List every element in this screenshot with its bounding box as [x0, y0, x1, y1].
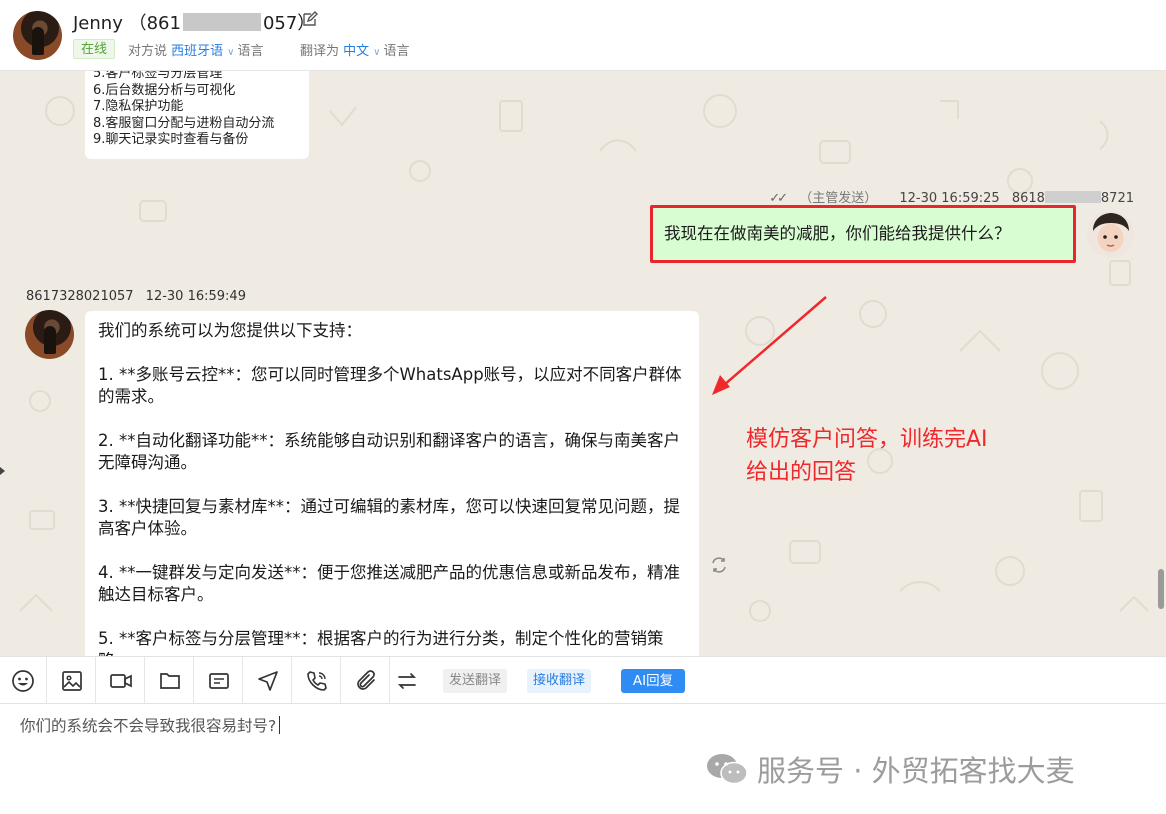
contact-avatar[interactable] [25, 310, 74, 359]
emoji-button[interactable] [0, 657, 47, 704]
previous-message-bubble: 5.客户标签与分层管理 6.后台数据分析与可视化 7.隐私保护功能 8.客服窗口… [85, 71, 309, 159]
edit-icon[interactable] [302, 11, 318, 27]
contact-name: Jenny （861 057） [73, 9, 315, 35]
video-icon [110, 673, 132, 688]
message-paragraph: 我们的系统可以为您提供以下支持： [98, 321, 362, 340]
paperclip-icon [357, 669, 375, 690]
online-status-badge: 在线 [73, 39, 116, 59]
chevron-down-icon[interactable]: ∨ [227, 47, 234, 58]
message-paragraph: 5. **客户标签与分层管理**：根据客户的行为进行分类，制定个性化的营销策略。 [98, 628, 664, 657]
message-input-value: 你们的系统会不会导致我很容易封号? [20, 717, 277, 735]
collapse-handle-icon[interactable] [0, 467, 5, 475]
chat-header: Jenny （861 057） 在线 对方说 西班牙语 ∨ 语言 翻译为 中文 ∨ 语言 [0, 0, 1166, 71]
peer-language-row: 对方说 西班牙语 ∨ 语言 [128, 40, 264, 59]
outgoing-message-meta: ✓✓ （主管发送） 12-30 16:59:25 8618 8721 [769, 187, 1134, 206]
incoming-message-bubble[interactable]: 我们的系统可以为您提供以下支持： 1. **多账号云控**：您可以同时管理多个W… [85, 311, 699, 656]
message-line: 5.客户标签与分层管理 [93, 71, 223, 81]
peer-lang-select[interactable]: 西班牙语 [171, 44, 223, 59]
read-ticks-icon: ✓✓ [769, 191, 788, 206]
contact-card-icon [209, 672, 229, 689]
message-paragraph: 3. **快捷回复与素材库**：通过可编辑的素材库，您可以快速回复常见问题，提高… [98, 496, 680, 539]
wechat-icon [707, 754, 748, 785]
message-input-area[interactable]: 你们的系统会不会导致我很容易封号? 服务号 · 外贸拓客找大麦 [0, 704, 1166, 814]
folder-icon [160, 672, 180, 689]
video-button[interactable] [98, 657, 145, 704]
message-paragraph: 4. **一键群发与定向发送**：便于您推送减肥产品的优惠信息或新品发布，精准触… [98, 562, 680, 605]
text-caret [279, 716, 281, 734]
peer-lang-label: 对方说 [128, 44, 168, 59]
ai-reply-button[interactable]: AI回复 [621, 669, 685, 693]
redacted-block [182, 13, 261, 31]
incoming-message-meta: 8617328021057 12-30 16:59:49 [26, 289, 246, 304]
agent-avatar[interactable] [1087, 211, 1134, 258]
message-line: 6.后台数据分析与可视化 [93, 82, 236, 98]
swap-button[interactable] [383, 657, 430, 704]
composer-toolbar: 发送翻译 接收翻译 AI回复 [0, 656, 1166, 704]
phone-icon [307, 670, 327, 691]
emoji-icon [12, 669, 34, 692]
message-paragraph: 1. **多账号云控**：您可以同时管理多个WhatsApp账号，以应对不同客户… [98, 364, 682, 407]
translate-toggle-icon[interactable] [709, 555, 729, 575]
location-arrow-icon [258, 670, 278, 691]
file-button[interactable] [147, 657, 194, 704]
chat-area[interactable]: 5.客户标签与分层管理 6.后台数据分析与可视化 7.隐私保护功能 8.客服窗口… [0, 71, 1166, 656]
contact-avatar[interactable] [13, 11, 62, 60]
receive-translate-toggle[interactable]: 接收翻译 [527, 669, 592, 693]
chat-scrollbar[interactable] [1158, 569, 1164, 609]
swap-arrows-icon [397, 672, 416, 689]
translate-to-select[interactable]: 中文 [343, 44, 369, 59]
outgoing-phone-prefix: 8618 [1011, 191, 1045, 206]
message-paragraph: 2. **自动化翻译功能**：系统能够自动识别和翻译客户的语言，确保与南美客户无… [98, 430, 680, 473]
image-icon [62, 670, 82, 691]
location-button[interactable] [245, 657, 292, 704]
annotation-text: 模仿客户问答，训练完AI 给出的回答 [746, 427, 988, 485]
contact-card-button[interactable] [196, 657, 243, 704]
incoming-phone: 8617328021057 [26, 289, 134, 304]
outgoing-message-bubble[interactable]: 我现在在做南美的减肥，你们能给我提供什么？ [650, 205, 1076, 263]
sender-role-tag: （主管发送） [799, 191, 878, 206]
chevron-down-icon[interactable]: ∨ [373, 47, 380, 58]
message-input[interactable]: 你们的系统会不会导致我很容易封号? [20, 714, 281, 736]
watermark-text: 服务号 · 外贸拓客找大麦 [757, 754, 1075, 788]
peer-lang-word: 语言 [237, 44, 264, 59]
contact-name-prefix: Jenny （861 [73, 13, 181, 34]
watermark: 服务号 · 外贸拓客找大麦 [705, 748, 1075, 790]
translate-to-row: 翻译为 中文 ∨ 语言 [300, 40, 410, 59]
message-line: 9.聊天记录实时查看与备份 [93, 132, 249, 147]
incoming-time: 12-30 16:59:49 [145, 289, 246, 304]
translate-to-label: 翻译为 [300, 44, 340, 59]
image-button[interactable] [49, 657, 96, 704]
redacted-block [1044, 191, 1101, 203]
translate-to-word: 语言 [383, 44, 410, 59]
message-line: 7.隐私保护功能 [93, 99, 184, 114]
outgoing-phone-suffix: 8721 [1100, 191, 1134, 206]
call-button[interactable] [294, 657, 341, 704]
outgoing-time: 12-30 16:59:25 [899, 191, 1000, 206]
message-line: 8.客服窗口分配与进粉自动分流 [93, 115, 275, 131]
send-translate-toggle[interactable]: 发送翻译 [443, 669, 508, 693]
